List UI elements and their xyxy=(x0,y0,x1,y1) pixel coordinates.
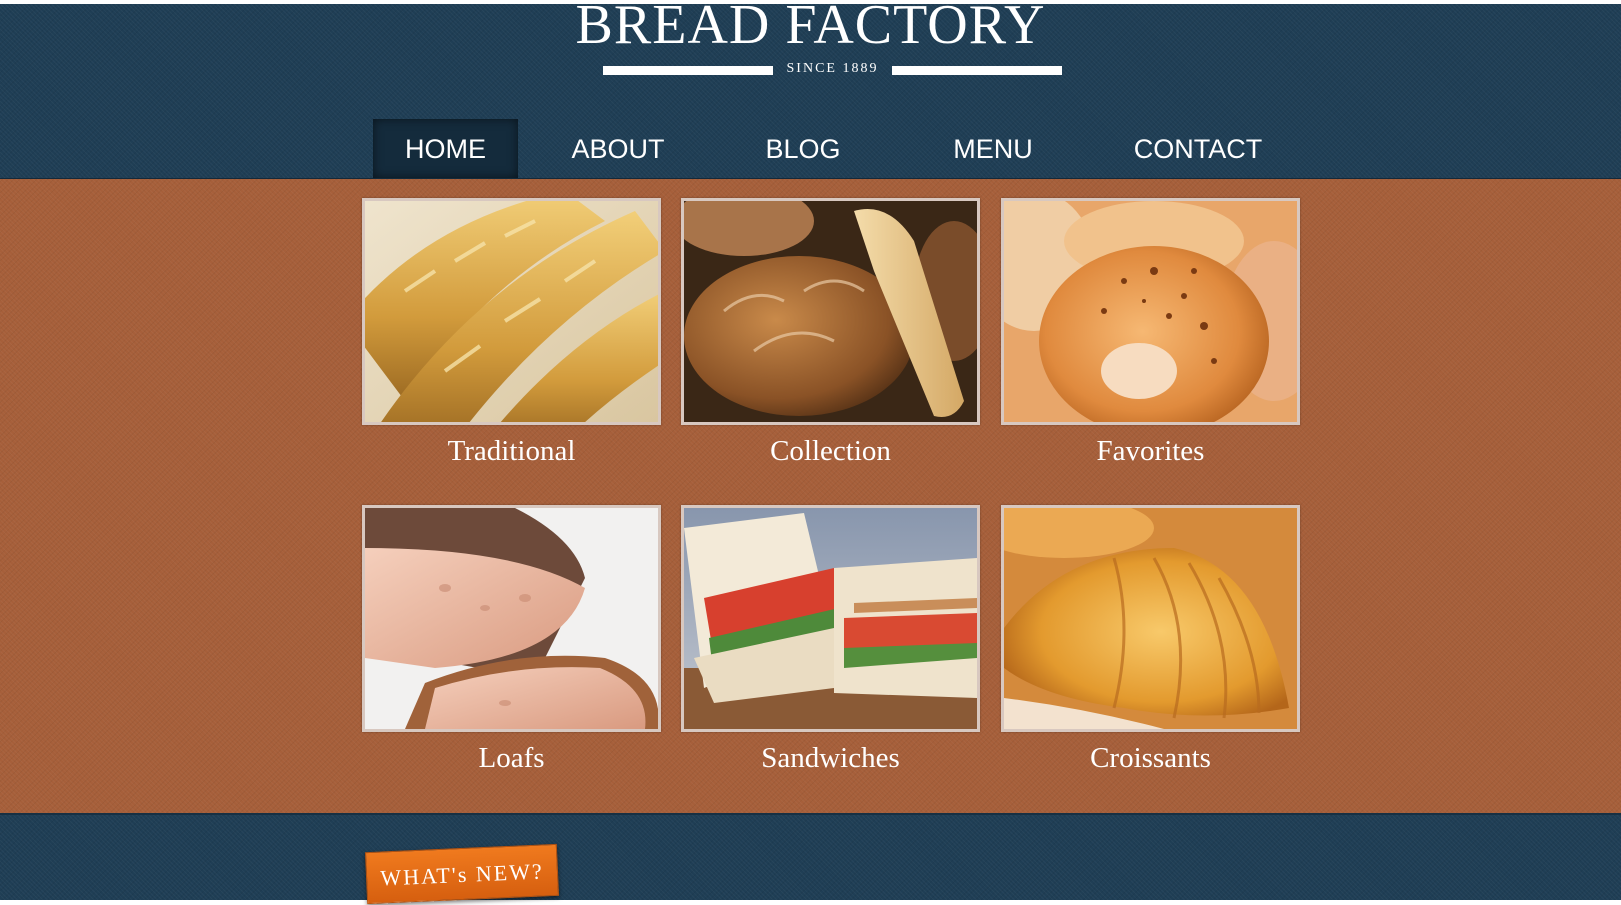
sandwich-photo[interactable] xyxy=(681,505,980,732)
tile-label-collection: Collection xyxy=(770,435,891,467)
gallery-section: Traditional Collection Favorites Loafs S… xyxy=(0,179,1621,813)
nav-menu[interactable]: MENU xyxy=(928,119,1058,178)
tile-label-traditional: Traditional xyxy=(447,435,576,467)
tile-label-croissants: Croissants xyxy=(1090,742,1211,774)
sandwich-image xyxy=(684,508,977,729)
sliced-loaf-photo[interactable] xyxy=(362,505,661,732)
title-rule-left xyxy=(603,66,773,75)
gallery-tile-collection[interactable]: Collection xyxy=(681,198,980,466)
nav-contact[interactable]: CONTACT xyxy=(1103,119,1293,178)
bread-loaves-photo[interactable] xyxy=(681,198,980,425)
site-title: BREAD FACTORY xyxy=(575,0,1046,56)
tile-label-loafs: Loafs xyxy=(478,742,545,774)
whats-new-badge[interactable]: WHAT's NEW? xyxy=(364,843,560,905)
gallery-tile-loafs[interactable]: Loafs xyxy=(362,505,661,773)
croissant-image xyxy=(1004,508,1297,729)
bread-loaves-image xyxy=(684,201,977,422)
nav-about[interactable]: ABOUT xyxy=(553,119,683,178)
gallery-tile-favorites[interactable]: Favorites xyxy=(1001,198,1300,466)
nav-blog[interactable]: BLOG xyxy=(743,119,863,178)
gallery-tile-traditional[interactable]: Traditional xyxy=(362,198,661,466)
bagels-photo[interactable] xyxy=(1001,198,1300,425)
gallery-tile-croissants[interactable]: Croissants xyxy=(1001,505,1300,773)
gallery-tile-sandwiches[interactable]: Sandwiches xyxy=(681,505,980,773)
title-rule-right xyxy=(892,66,1062,75)
tile-label-favorites: Favorites xyxy=(1096,435,1205,467)
nav-home[interactable]: HOME xyxy=(373,119,518,178)
since-tagline: SINCE 1889 xyxy=(786,61,879,76)
baguettes-image xyxy=(365,201,658,422)
croissant-photo[interactable] xyxy=(1001,505,1300,732)
tile-label-sandwiches: Sandwiches xyxy=(761,742,900,774)
site-header: BREAD FACTORY SINCE 1889 HOME ABOUT BLOG… xyxy=(0,0,1621,179)
baguettes-photo[interactable] xyxy=(362,198,661,425)
main-nav: HOME ABOUT BLOG MENU CONTACT xyxy=(373,119,1290,178)
sliced-loaf-image xyxy=(365,508,658,729)
bagels-image xyxy=(1004,201,1297,422)
site-footer: WHAT's NEW? xyxy=(0,813,1621,905)
